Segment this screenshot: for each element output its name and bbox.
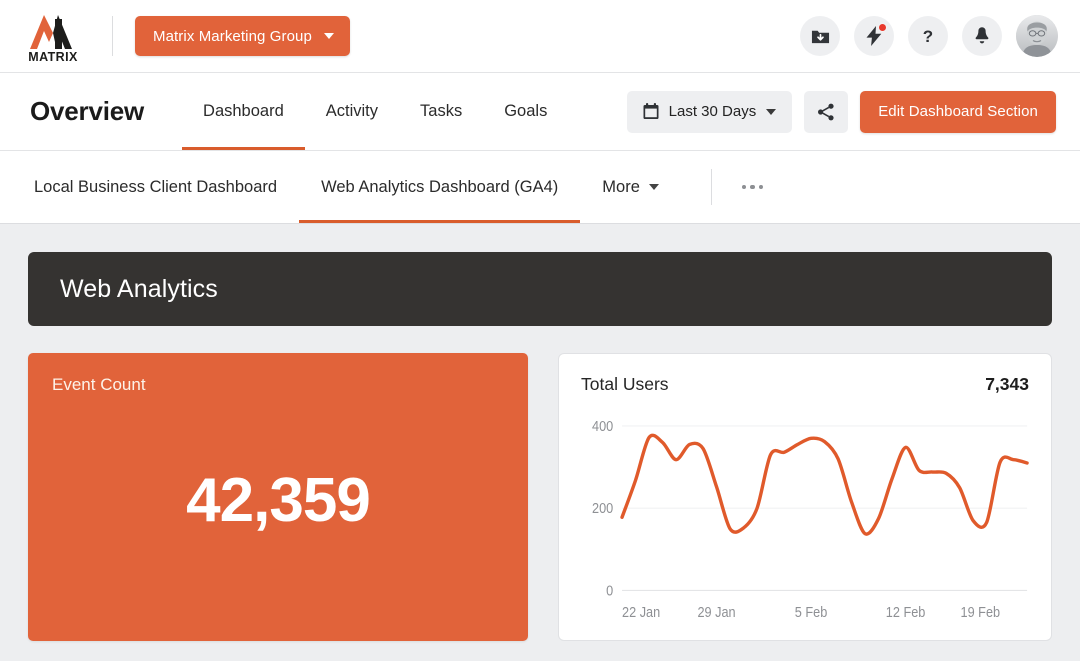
chart-y-tick-label: 0: [606, 583, 613, 599]
share-button[interactable]: [804, 90, 849, 133]
subtab-web-analytics-dashboard-ga4[interactable]: Web Analytics Dashboard (GA4): [299, 151, 581, 223]
quick-actions-button[interactable]: [854, 16, 894, 56]
more-options-icon: [758, 184, 764, 190]
edit-dashboard-section-button[interactable]: Edit Dashboard Section: [860, 90, 1056, 133]
date-range-selector[interactable]: Last 30 Days: [626, 90, 793, 133]
total-users-header: Total Users 7,343: [579, 372, 1031, 395]
download-button[interactable]: [800, 16, 840, 56]
tab-dashboard-label: Dashboard: [203, 102, 284, 120]
subtab-more[interactable]: More: [580, 151, 681, 223]
chart-y-tick-label: 400: [592, 418, 613, 434]
notifications-button[interactable]: [962, 16, 1002, 56]
total-users-line-chart: 0 200 400 22 Jan 29 Jan 5 Feb 12 Feb 19 Feb: [592, 418, 1031, 620]
dashboard-content: Web Analytics Event Count 42,359 Total U…: [0, 224, 1080, 661]
notification-badge: [878, 23, 887, 32]
total-users-chart: 0 200 400 22 Jan 29 Jan 5 Feb 12 Feb 19 Feb: [579, 407, 1031, 628]
chevron-down-icon: [648, 184, 659, 190]
subtab-local-business-client-dashboard[interactable]: Local Business Client Dashboard: [30, 151, 299, 223]
avatar[interactable]: [1016, 15, 1058, 57]
subtab-label: More: [602, 177, 640, 196]
event-count-value: 42,359: [186, 465, 371, 535]
tab-tasks-label: Tasks: [420, 102, 463, 120]
total-users-value: 7,343: [985, 374, 1029, 394]
share-icon: [818, 103, 834, 120]
user-avatar-image: [1016, 15, 1058, 57]
chart-x-tick-label: 22 Jan: [622, 604, 660, 620]
org-selector-button[interactable]: Matrix Marketing Group: [135, 16, 350, 56]
subtab-divider: [710, 169, 712, 205]
event-count-label: Event Count: [52, 375, 146, 394]
chart-y-tick-label: 200: [592, 500, 613, 516]
matrix-logo[interactable]: MATRIX: [22, 8, 88, 64]
nav-actions: Last 30 Days Edit Dashboard Section: [626, 90, 1056, 133]
total-users-card[interactable]: Total Users 7,343 0 200 400 22 Jan 29 Jan 5 F…: [558, 353, 1052, 641]
question-mark-icon: ?: [923, 27, 933, 46]
matrix-logo-icon: MATRIX: [28, 15, 78, 63]
help-button[interactable]: ?: [908, 16, 948, 56]
total-users-title: Total Users: [581, 374, 669, 394]
chart-x-tick-label: 12 Feb: [886, 604, 926, 620]
chevron-down-icon: [766, 108, 777, 115]
chart-x-tick-label: 5 Feb: [795, 604, 827, 620]
subtab-label: Web Analytics Dashboard (GA4): [321, 177, 559, 196]
section-header: Web Analytics: [28, 252, 1052, 326]
page-title: Overview: [30, 96, 145, 126]
more-options-icon: [750, 184, 755, 190]
event-count-card[interactable]: Event Count 42,359: [28, 353, 528, 641]
section-title: Web Analytics: [60, 274, 218, 303]
dashboard-tab-bar: Local Business Client Dashboard Web Anal…: [0, 151, 1080, 224]
primary-nav: Overview Dashboard Activity Tasks Goals …: [0, 73, 1080, 151]
svg-text:MATRIX: MATRIX: [28, 50, 78, 63]
tab-goals-label: Goals: [504, 102, 548, 120]
tab-dashboard[interactable]: Dashboard: [182, 73, 305, 150]
top-bar: MATRIX Matrix Marketing Group ?: [0, 0, 1080, 73]
chart-x-tick-label: 29 Jan: [697, 604, 735, 620]
bell-icon: [975, 27, 989, 44]
chart-line-series: [622, 435, 1027, 534]
header-divider: [112, 16, 113, 56]
chevron-down-icon: [323, 33, 334, 39]
calendar-icon: [643, 103, 659, 119]
tab-activity-label: Activity: [325, 102, 379, 120]
folder-download-icon: [811, 30, 829, 43]
more-options-button[interactable]: [736, 177, 770, 198]
tab-goals[interactable]: Goals: [483, 73, 568, 150]
subtab-label: Local Business Client Dashboard: [34, 177, 278, 196]
tab-tasks[interactable]: Tasks: [399, 73, 483, 150]
more-options-icon: [741, 184, 747, 190]
nav-tabs: Dashboard Activity Tasks Goals: [182, 73, 568, 150]
top-bar-actions: ?: [800, 15, 1058, 57]
chart-x-tick-label: 19 Feb: [961, 604, 1001, 620]
date-range-label: Last 30 Days: [668, 103, 757, 120]
org-selector-label: Matrix Marketing Group: [153, 27, 312, 45]
svg-text:?: ?: [923, 27, 933, 46]
tab-activity[interactable]: Activity: [305, 73, 399, 150]
widget-row: Event Count 42,359 Total Users 7,343 0 20…: [28, 353, 1052, 641]
